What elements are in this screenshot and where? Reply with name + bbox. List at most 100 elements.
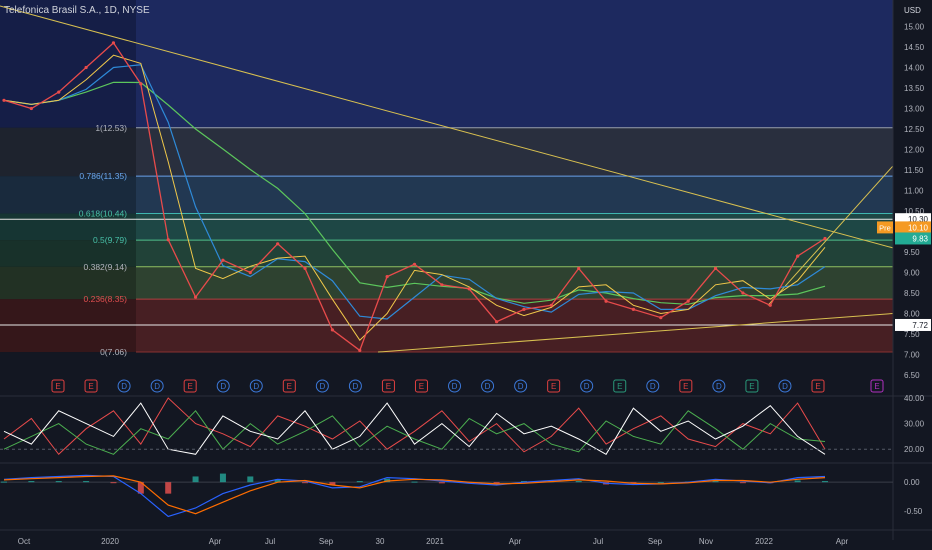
macd-histogram-bar (247, 476, 254, 483)
fib-level-label: 0.786(11.35) (79, 171, 127, 181)
price-tick-label: 8.50 (904, 289, 920, 298)
price-point (659, 316, 663, 320)
time-tick-label: Nov (699, 537, 713, 546)
price-tick-label: 13.50 (904, 84, 925, 93)
macd-histogram-bar (739, 482, 746, 484)
price-label-pre: 10.10 (908, 223, 929, 232)
event-marker-label: D (154, 382, 160, 391)
price-point (713, 266, 718, 270)
time-tick-label: Jul (593, 537, 603, 546)
macd-histogram-bar (165, 482, 172, 494)
macd-histogram-bar (28, 481, 35, 483)
time-tick-label: 2020 (101, 537, 119, 546)
price-tick-label: 7.00 (904, 351, 920, 360)
price-point (139, 82, 143, 86)
fib-level-label: 0.236(8.35) (84, 294, 128, 304)
price-point (385, 275, 389, 279)
fib-level-label: 0(7.06) (100, 347, 127, 357)
price-tick-label: 9.50 (904, 248, 920, 257)
event-marker-label: D (782, 382, 788, 391)
currency-label: USD (904, 6, 921, 15)
price-point (193, 295, 198, 299)
price-point (686, 299, 690, 303)
price-point (276, 242, 280, 246)
price-point (57, 90, 61, 94)
price-point (358, 348, 362, 352)
macd-histogram-bar (438, 482, 445, 484)
price-point (549, 303, 553, 307)
event-marker-label: E (188, 382, 193, 391)
macd-histogram-bar (302, 482, 309, 484)
price-tick-label: 12.50 (904, 125, 925, 134)
event-marker-label: D (253, 382, 259, 391)
macd-histogram-bar (657, 482, 664, 484)
macd-histogram-bar (411, 481, 418, 483)
time-tick-label: 30 (376, 537, 385, 546)
time-tick-label: 2021 (426, 537, 444, 546)
time-tick-label: 2022 (755, 537, 773, 546)
price-point (631, 307, 636, 311)
event-marker-label: D (518, 382, 524, 391)
macd-histogram-bar (1, 481, 7, 483)
time-tick-label: Apr (209, 537, 222, 546)
macd-histogram-bar (356, 481, 363, 483)
trading-chart[interactable]: 1(12.53) 0.786(11.35) 0.618(10.44) 0.5(9.79… (0, 0, 932, 550)
event-marker-label: E (419, 382, 424, 391)
fib-level-label: 1(12.53) (95, 123, 127, 133)
time-tick-label: Sep (319, 537, 334, 546)
event-marker-label: E (683, 382, 688, 391)
event-marker-label: E (55, 382, 60, 391)
event-marker-label: D (121, 382, 127, 391)
fib-level-label: 0.382(9.14) (84, 262, 128, 272)
event-marker-label: E (88, 382, 93, 391)
time-tick-label: Apr (836, 537, 849, 546)
macd-tick-label: 0.00 (904, 478, 920, 487)
price-point (303, 266, 307, 270)
event-marker-label: D (319, 382, 325, 391)
event-marker-label: D (584, 382, 590, 391)
price-point (467, 287, 471, 291)
chart-title: Telefonica Brasil S.A., 1D, NYSE (4, 5, 150, 16)
price-point (84, 65, 88, 70)
event-marker-label: E (815, 382, 820, 391)
price-label-line: 7.72 (912, 321, 928, 330)
fib-level-label: 0.5(9.79) (93, 235, 127, 245)
event-marker-label: E (617, 382, 622, 391)
macd-histogram-bar (822, 481, 828, 483)
oscillator-tick-label: 40.00 (904, 394, 925, 403)
event-marker-label: D (716, 382, 722, 391)
time-tick-label: Apr (509, 537, 522, 546)
price-point (2, 98, 6, 102)
macd-histogram-bar (794, 480, 801, 483)
price-label-last: 9.83 (912, 234, 928, 243)
price-point (29, 106, 33, 111)
price-point (577, 266, 581, 270)
price-point (440, 283, 444, 287)
price-point (412, 262, 417, 266)
price-tick-label: 14.50 (904, 43, 925, 52)
macd-histogram-bar (83, 481, 90, 483)
macd-histogram-bar (493, 482, 500, 484)
event-marker-label: E (749, 382, 754, 391)
fib-level-label: 0.618(10.44) (79, 208, 127, 218)
event-marker-label: E (551, 382, 556, 391)
price-point (823, 236, 827, 241)
price-point (768, 303, 772, 307)
macd-tick-label: -0.50 (904, 507, 923, 516)
price-tick-label: 14.00 (904, 64, 925, 73)
price-tick-label: 9.00 (904, 269, 920, 278)
event-marker-label: D (353, 382, 359, 391)
price-point (111, 41, 116, 45)
pre-badge-label: Pre (879, 223, 891, 232)
event-marker-label: E (874, 382, 879, 391)
price-point (221, 258, 225, 262)
price-point (796, 254, 800, 258)
price-tick-label: 12.00 (904, 146, 925, 155)
event-marker-label: D (452, 382, 458, 391)
price-point (248, 270, 252, 275)
event-marker-label: E (287, 382, 292, 391)
event-marker-label: E (386, 382, 391, 391)
time-tick-label: Sep (648, 537, 663, 546)
event-marker-label: D (650, 382, 656, 391)
price-point (495, 320, 499, 324)
